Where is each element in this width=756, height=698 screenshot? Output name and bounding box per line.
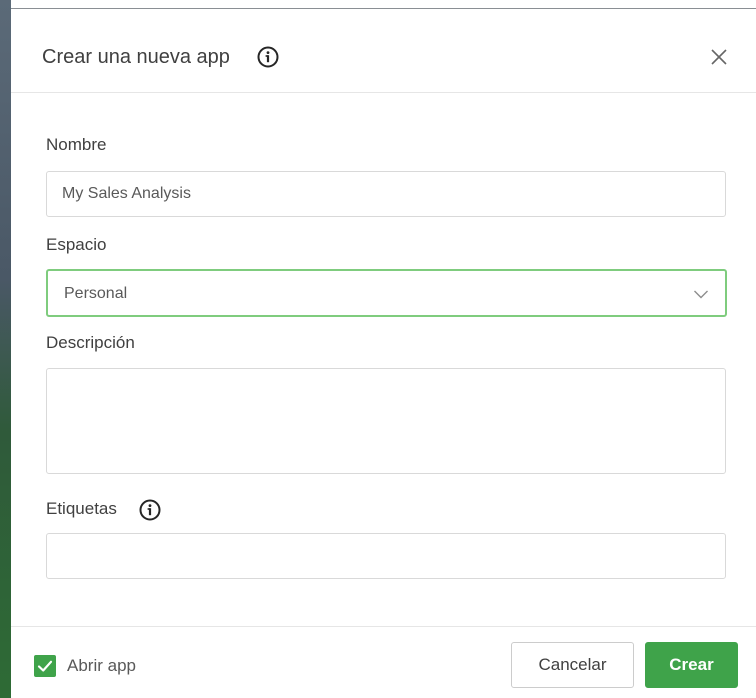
description-textarea[interactable] bbox=[46, 368, 726, 474]
space-select[interactable]: Personal bbox=[46, 269, 727, 317]
space-label: Espacio bbox=[46, 235, 107, 254]
create-app-dialog: Crear una nueva app Nombre Espacio Pers bbox=[11, 8, 756, 698]
create-button[interactable]: Crear bbox=[645, 642, 738, 688]
chevron-down-icon bbox=[693, 287, 709, 299]
info-icon[interactable] bbox=[139, 499, 161, 521]
dialog-header: Crear una nueva app bbox=[11, 9, 756, 93]
cancel-button[interactable]: Cancelar bbox=[511, 642, 634, 688]
info-icon[interactable] bbox=[257, 46, 279, 68]
space-selected-value: Personal bbox=[64, 285, 128, 302]
close-icon[interactable] bbox=[709, 47, 729, 67]
dialog-footer: Abrir app Cancelar Crear bbox=[11, 626, 756, 698]
tags-label: Etiquetas bbox=[46, 499, 117, 518]
name-label: Nombre bbox=[46, 135, 107, 154]
tags-input[interactable] bbox=[46, 533, 726, 579]
dialog-title: Crear una nueva app bbox=[42, 46, 230, 68]
open-app-checkbox[interactable] bbox=[34, 655, 56, 677]
checkmark-icon bbox=[37, 660, 53, 672]
background-overlay bbox=[0, 0, 11, 698]
name-input[interactable] bbox=[46, 171, 726, 217]
open-app-label[interactable]: Abrir app bbox=[67, 656, 136, 676]
description-label: Descripción bbox=[46, 333, 135, 352]
screen: Crear una nueva app Nombre Espacio Pers bbox=[0, 0, 756, 698]
